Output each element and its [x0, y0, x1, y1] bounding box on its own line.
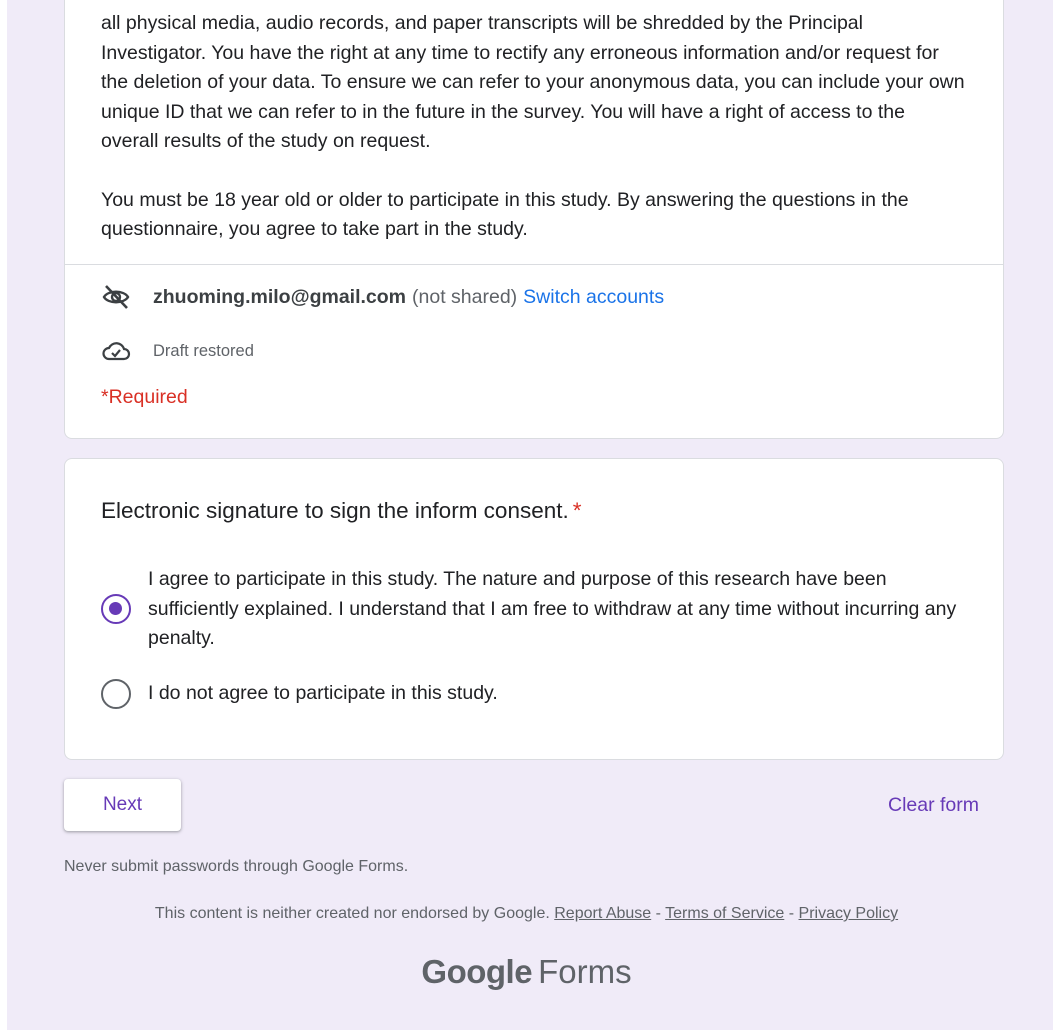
radio-option-disagree[interactable]: I do not agree to participate in this st… — [101, 679, 968, 709]
description-paragraph-1: all physical media, audio records, and p… — [101, 12, 965, 152]
brand-forms: Forms — [538, 953, 632, 990]
divider — [65, 264, 1003, 265]
google-forms-logo[interactable]: Google Forms — [0, 953, 1053, 991]
brand-google: Google — [421, 953, 533, 990]
draft-status-row: Draft restored — [101, 338, 254, 364]
question-title-text: Electronic signature to sign the inform … — [101, 498, 569, 523]
question-title: Electronic signature to sign the inform … — [101, 498, 582, 524]
clear-form-button[interactable]: Clear form — [880, 790, 987, 820]
report-abuse-link[interactable]: Report Abuse — [554, 905, 651, 922]
radio-label-agree[interactable]: I agree to participate in this study. Th… — [148, 565, 968, 654]
required-note: *Required — [101, 386, 188, 408]
account-row: zhuoming.milo@gmail.com (not shared) Swi… — [101, 282, 664, 312]
required-asterisk: * — [572, 498, 582, 523]
privacy-policy-link[interactable]: Privacy Policy — [799, 905, 899, 922]
switch-accounts-link[interactable]: Switch accounts — [523, 286, 664, 309]
password-warning: Never submit passwords through Google Fo… — [64, 858, 409, 875]
account-email: zhuoming.milo@gmail.com — [153, 285, 407, 308]
form-header-card: all physical media, audio records, and p… — [64, 0, 1004, 439]
disclaimer-text: This content is neither created nor endo… — [154, 905, 550, 922]
left-edge-strip — [0, 0, 7, 1030]
description-paragraph-2: You must be 18 year old or older to part… — [101, 188, 909, 241]
radio-option-agree[interactable]: I agree to participate in this study. Th… — [101, 565, 968, 654]
question-card: Electronic signature to sign the inform … — [64, 458, 1004, 760]
radio-button-disagree[interactable] — [101, 679, 131, 709]
radio-button-agree[interactable] — [101, 594, 131, 625]
terms-of-service-link[interactable]: Terms of Service — [665, 905, 784, 922]
draft-status-label: Draft restored — [153, 341, 254, 360]
radio-label-disagree[interactable]: I do not agree to participate in this st… — [148, 679, 968, 709]
form-description: all physical media, audio records, and p… — [65, 0, 1003, 245]
footer-separator: - — [655, 905, 661, 922]
eye-off-icon — [101, 282, 133, 312]
footer-disclaimer: This content is neither created nor endo… — [0, 905, 1053, 923]
cloud-check-icon — [101, 338, 133, 364]
not-shared-note: (not shared) — [412, 285, 518, 308]
next-button[interactable]: Next — [64, 779, 181, 831]
footer-separator: - — [788, 905, 795, 922]
